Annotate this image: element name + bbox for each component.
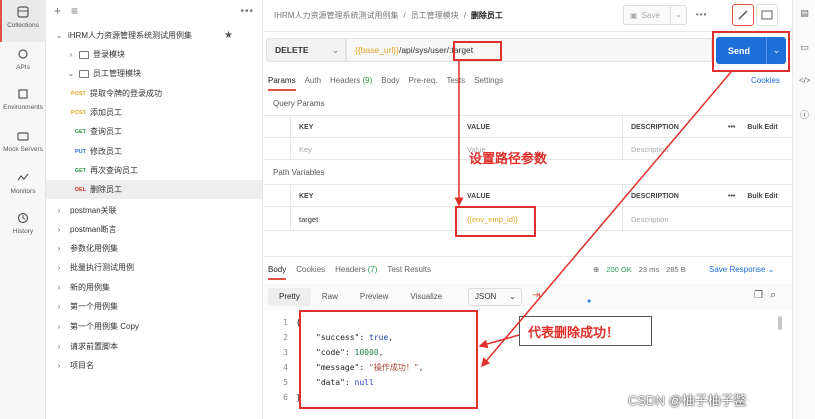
- watermark: CSDN @柚子柚子鳖: [628, 393, 747, 408]
- arrow-send-to-response: [481, 71, 732, 368]
- app-window: Collections APIs Environments Mock Serve…: [0, 0, 815, 419]
- annotation-arrows: [454, 61, 732, 368]
